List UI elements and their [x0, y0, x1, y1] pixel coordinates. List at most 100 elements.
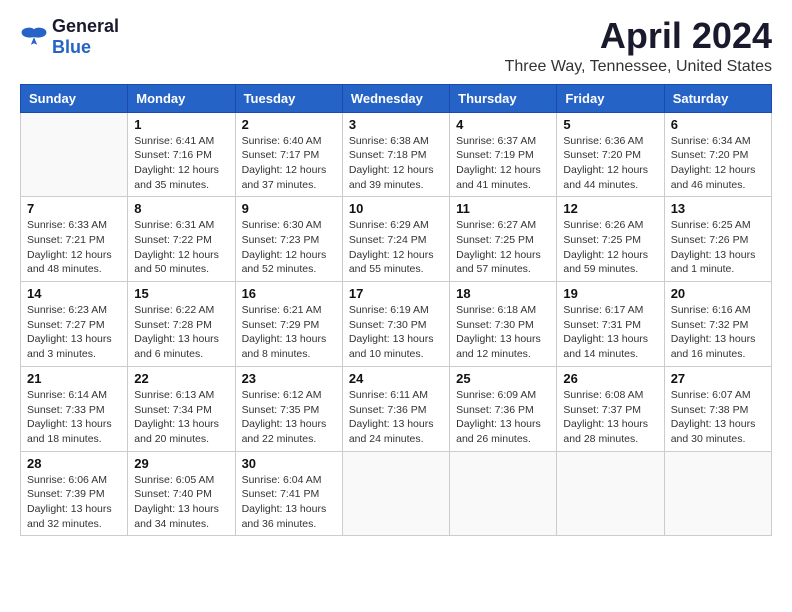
title-block: April 2024 Three Way, Tennessee, United …: [505, 16, 772, 76]
week-row-1: 1Sunrise: 6:41 AMSunset: 7:16 PMDaylight…: [21, 112, 772, 197]
column-header-thursday: Thursday: [450, 84, 557, 112]
day-number: 13: [671, 201, 765, 216]
day-info: Sunrise: 6:11 AMSunset: 7:36 PMDaylight:…: [349, 388, 443, 447]
day-number: 6: [671, 117, 765, 132]
day-info: Sunrise: 6:08 AMSunset: 7:37 PMDaylight:…: [563, 388, 657, 447]
logo-blue: Blue: [52, 37, 91, 57]
calendar-cell: 21Sunrise: 6:14 AMSunset: 7:33 PMDayligh…: [21, 366, 128, 451]
day-info: Sunrise: 6:36 AMSunset: 7:20 PMDaylight:…: [563, 134, 657, 193]
calendar-cell: 8 Sunrise: 6:31 AMSunset: 7:22 PMDaylight…: [128, 197, 235, 282]
calendar-cell: 28 Sunrise: 6:06 AMSunset: 7:39 PMDayligh…: [21, 451, 128, 536]
column-header-saturday: Saturday: [664, 84, 771, 112]
day-number: 10: [349, 201, 443, 216]
day-number: 4: [456, 117, 550, 132]
day-info: Sunrise: 6:31 AMSunset: 7:22 PMDaylight:…: [134, 218, 228, 277]
day-number: 2: [242, 117, 336, 132]
day-info: Sunrise: 6:25 AMSunset: 7:26 PMDaylight:…: [671, 218, 765, 277]
day-info: Sunrise: 6:30 AMSunset: 7:23 PMDaylight:…: [242, 218, 336, 277]
day-info: Sunrise: 6:06 AMSunset: 7:39 PMDaylight:…: [27, 473, 121, 532]
day-number: 5: [563, 117, 657, 132]
calendar-header-row: SundayMondayTuesdayWednesdayThursdayFrid…: [21, 84, 772, 112]
day-number: 20: [671, 286, 765, 301]
day-info: Sunrise: 6:05 AMSunset: 7:40 PMDaylight:…: [134, 473, 228, 532]
day-number: 14: [27, 286, 121, 301]
day-number: 16: [242, 286, 336, 301]
calendar-cell: 17Sunrise: 6:19 AMSunset: 7:30 PMDayligh…: [342, 282, 449, 367]
calendar-table: SundayMondayTuesdayWednesdayThursdayFrid…: [20, 84, 772, 537]
calendar-cell: 14 Sunrise: 6:23 AMSunset: 7:27 PMDayligh…: [21, 282, 128, 367]
column-header-sunday: Sunday: [21, 84, 128, 112]
week-row-4: 21Sunrise: 6:14 AMSunset: 7:33 PMDayligh…: [21, 366, 772, 451]
calendar-cell: 13 Sunrise: 6:25 AMSunset: 7:26 PMDayligh…: [664, 197, 771, 282]
day-info: Sunrise: 6:12 AMSunset: 7:35 PMDaylight:…: [242, 388, 336, 447]
day-info: Sunrise: 6:16 AMSunset: 7:32 PMDaylight:…: [671, 303, 765, 362]
calendar-cell: 10 Sunrise: 6:29 AMSunset: 7:24 PMDayligh…: [342, 197, 449, 282]
day-number: 8: [134, 201, 228, 216]
day-info: Sunrise: 6:18 AMSunset: 7:30 PMDaylight:…: [456, 303, 550, 362]
calendar-cell: 11Sunrise: 6:27 AMSunset: 7:25 PMDayligh…: [450, 197, 557, 282]
calendar-cell: 3 Sunrise: 6:38 AMSunset: 7:18 PMDaylight…: [342, 112, 449, 197]
day-number: 3: [349, 117, 443, 132]
page-header: General Blue April 2024 Three Way, Tenne…: [20, 16, 772, 76]
day-number: 11: [456, 201, 550, 216]
calendar-cell: 2 Sunrise: 6:40 AMSunset: 7:17 PMDaylight…: [235, 112, 342, 197]
month-title: April 2024: [505, 16, 772, 56]
day-info: Sunrise: 6:09 AMSunset: 7:36 PMDaylight:…: [456, 388, 550, 447]
day-number: 23: [242, 371, 336, 386]
column-header-monday: Monday: [128, 84, 235, 112]
calendar-cell: [664, 451, 771, 536]
week-row-2: 7Sunrise: 6:33 AMSunset: 7:21 PMDaylight…: [21, 197, 772, 282]
day-info: Sunrise: 6:22 AMSunset: 7:28 PMDaylight:…: [134, 303, 228, 362]
day-info: Sunrise: 6:37 AMSunset: 7:19 PMDaylight:…: [456, 134, 550, 193]
day-number: 29: [134, 456, 228, 471]
day-number: 30: [242, 456, 336, 471]
calendar-cell: 18 Sunrise: 6:18 AMSunset: 7:30 PMDayligh…: [450, 282, 557, 367]
day-number: 22: [134, 371, 228, 386]
logo-general: General: [52, 16, 119, 36]
week-row-5: 28 Sunrise: 6:06 AMSunset: 7:39 PMDayligh…: [21, 451, 772, 536]
day-info: Sunrise: 6:26 AMSunset: 7:25 PMDaylight:…: [563, 218, 657, 277]
day-number: 25: [456, 371, 550, 386]
day-info: Sunrise: 6:38 AMSunset: 7:18 PMDaylight:…: [349, 134, 443, 193]
day-number: 28: [27, 456, 121, 471]
column-header-tuesday: Tuesday: [235, 84, 342, 112]
calendar-cell: 16 Sunrise: 6:21 AMSunset: 7:29 PMDayligh…: [235, 282, 342, 367]
day-number: 9: [242, 201, 336, 216]
calendar-cell: 24 Sunrise: 6:11 AMSunset: 7:36 PMDayligh…: [342, 366, 449, 451]
calendar-cell: [557, 451, 664, 536]
calendar-cell: 26 Sunrise: 6:08 AMSunset: 7:37 PMDayligh…: [557, 366, 664, 451]
calendar-cell: [342, 451, 449, 536]
day-number: 18: [456, 286, 550, 301]
week-row-3: 14 Sunrise: 6:23 AMSunset: 7:27 PMDayligh…: [21, 282, 772, 367]
calendar-cell: 7Sunrise: 6:33 AMSunset: 7:21 PMDaylight…: [21, 197, 128, 282]
calendar-cell: 29 Sunrise: 6:05 AMSunset: 7:40 PMDayligh…: [128, 451, 235, 536]
calendar-cell: [21, 112, 128, 197]
day-number: 7: [27, 201, 121, 216]
day-info: Sunrise: 6:07 AMSunset: 7:38 PMDaylight:…: [671, 388, 765, 447]
day-info: Sunrise: 6:23 AMSunset: 7:27 PMDaylight:…: [27, 303, 121, 362]
calendar-cell: 12 Sunrise: 6:26 AMSunset: 7:25 PMDayligh…: [557, 197, 664, 282]
day-info: Sunrise: 6:41 AMSunset: 7:16 PMDaylight:…: [134, 134, 228, 193]
calendar-cell: 23 Sunrise: 6:12 AMSunset: 7:35 PMDayligh…: [235, 366, 342, 451]
calendar-cell: 25 Sunrise: 6:09 AMSunset: 7:36 PMDayligh…: [450, 366, 557, 451]
day-number: 26: [563, 371, 657, 386]
day-info: Sunrise: 6:04 AMSunset: 7:41 PMDaylight:…: [242, 473, 336, 532]
logo-text: General Blue: [52, 16, 119, 58]
calendar-cell: 15Sunrise: 6:22 AMSunset: 7:28 PMDayligh…: [128, 282, 235, 367]
day-info: Sunrise: 6:29 AMSunset: 7:24 PMDaylight:…: [349, 218, 443, 277]
calendar-cell: 6 Sunrise: 6:34 AMSunset: 7:20 PMDaylight…: [664, 112, 771, 197]
day-number: 24: [349, 371, 443, 386]
calendar-cell: [450, 451, 557, 536]
day-number: 12: [563, 201, 657, 216]
day-info: Sunrise: 6:19 AMSunset: 7:30 PMDaylight:…: [349, 303, 443, 362]
calendar-cell: 19Sunrise: 6:17 AMSunset: 7:31 PMDayligh…: [557, 282, 664, 367]
calendar-cell: 5 Sunrise: 6:36 AMSunset: 7:20 PMDaylight…: [557, 112, 664, 197]
calendar-cell: 1Sunrise: 6:41 AMSunset: 7:16 PMDaylight…: [128, 112, 235, 197]
day-number: 21: [27, 371, 121, 386]
column-header-wednesday: Wednesday: [342, 84, 449, 112]
day-info: Sunrise: 6:40 AMSunset: 7:17 PMDaylight:…: [242, 134, 336, 193]
day-info: Sunrise: 6:17 AMSunset: 7:31 PMDaylight:…: [563, 303, 657, 362]
logo-bird-icon: [20, 26, 48, 48]
day-info: Sunrise: 6:21 AMSunset: 7:29 PMDaylight:…: [242, 303, 336, 362]
day-info: Sunrise: 6:34 AMSunset: 7:20 PMDaylight:…: [671, 134, 765, 193]
